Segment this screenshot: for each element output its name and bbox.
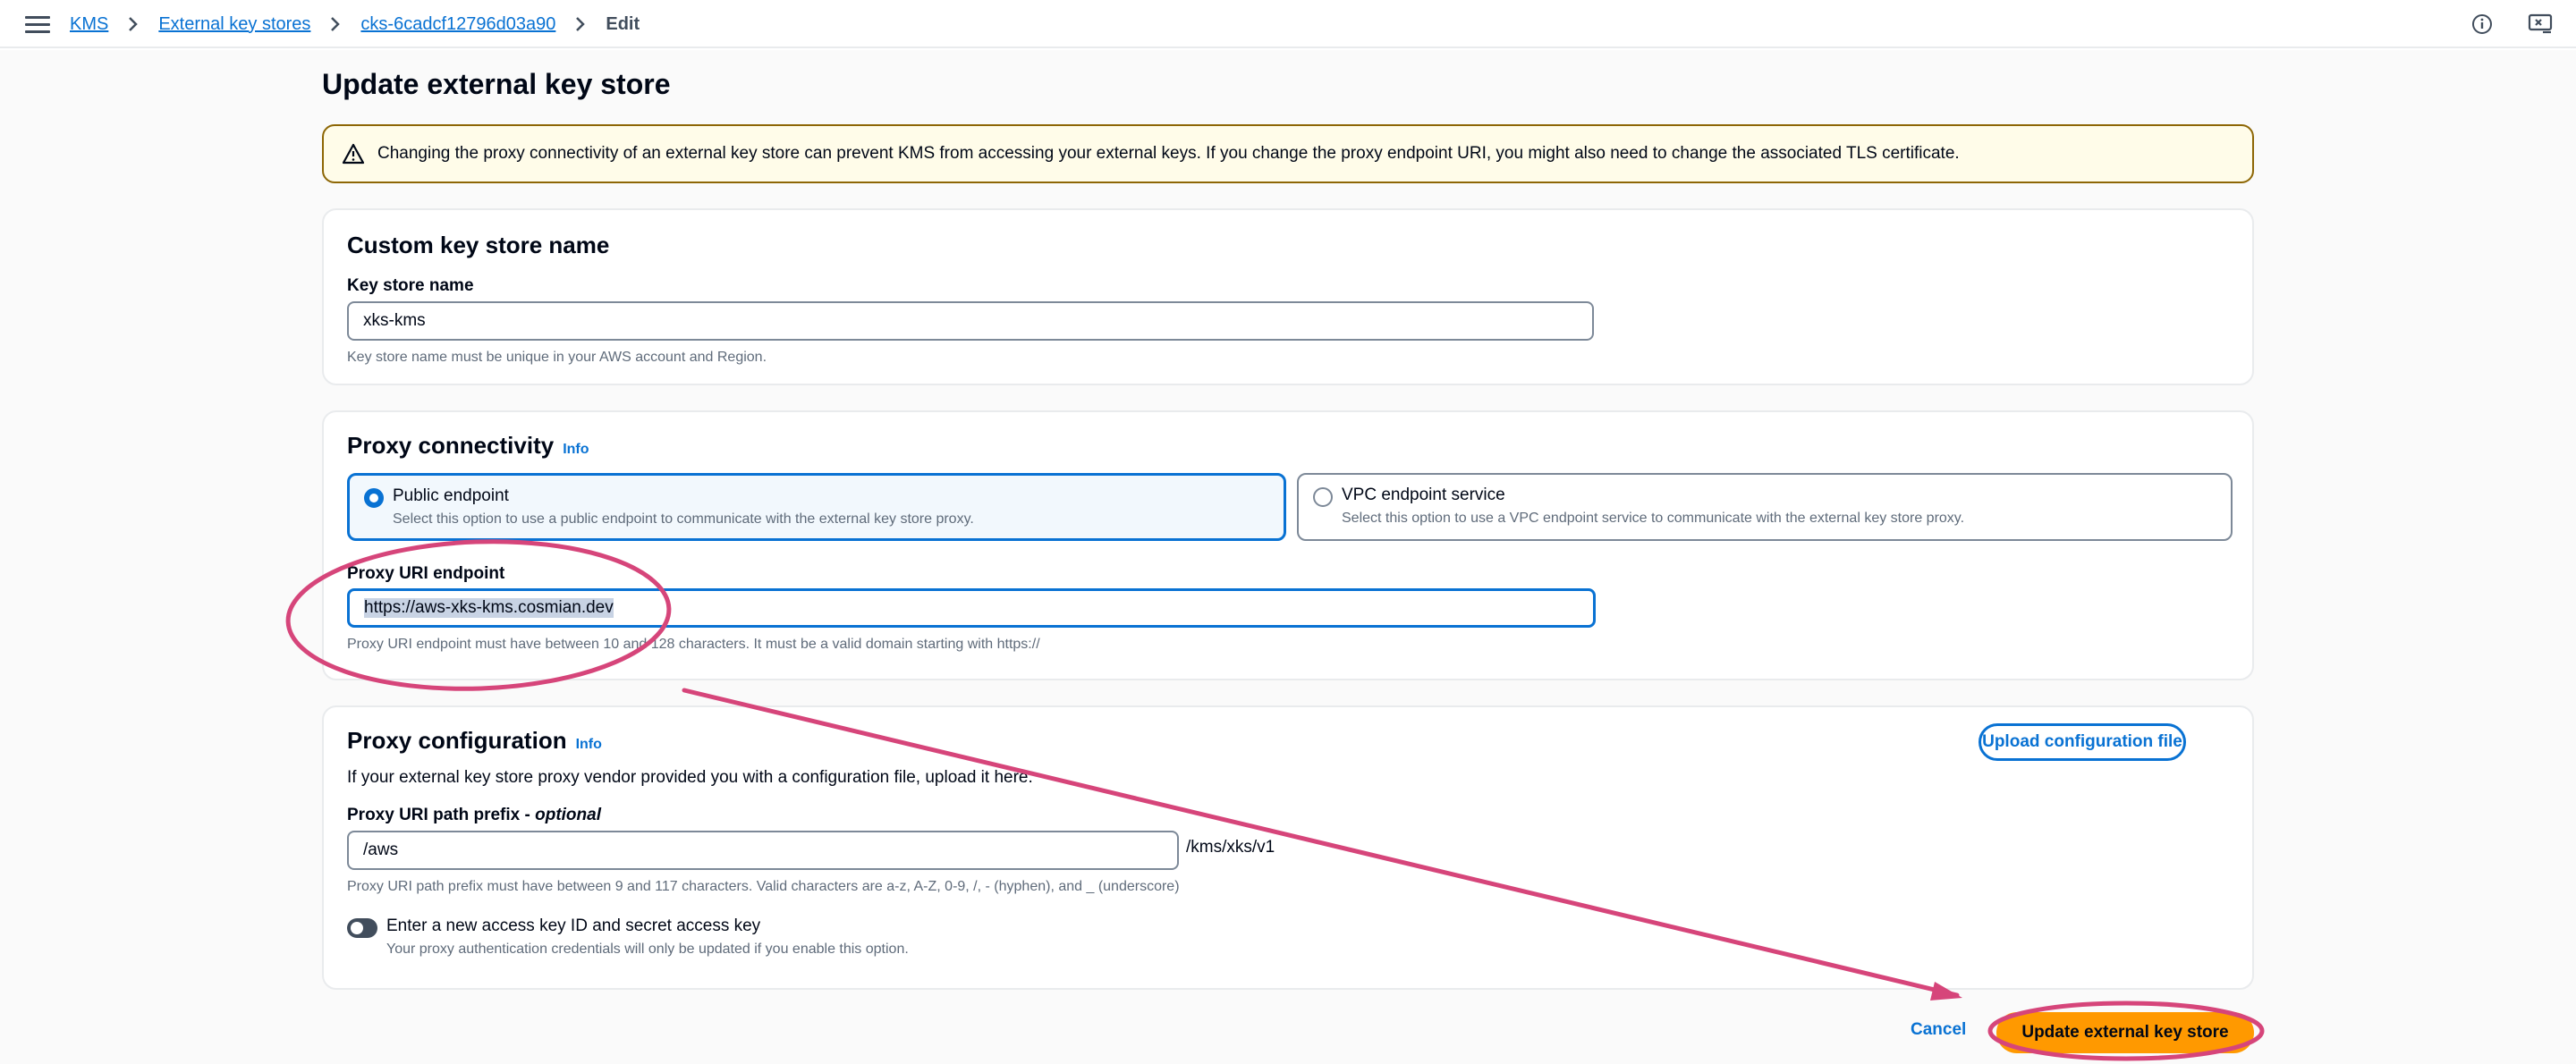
- info-circle-icon[interactable]: [2471, 13, 2493, 35]
- option-public-endpoint[interactable]: Public endpoint Select this option to us…: [347, 473, 1286, 541]
- path-suffix: /kms/xks/v1: [1186, 838, 1275, 857]
- breadcrumb-key-store-id[interactable]: cks-6cadcf12796d03a90: [360, 14, 555, 35]
- key-store-name-panel: Custom key store name Key store name xks…: [322, 208, 2254, 385]
- main-content: Update external key store Changing the p…: [0, 50, 2576, 1064]
- radio-public-endpoint[interactable]: [364, 488, 384, 508]
- proxy-configuration-description: If your external key store proxy vendor …: [347, 768, 1033, 787]
- option-title: VPC endpoint service: [1342, 486, 1505, 504]
- warning-text: Changing the proxy connectivity of an ex…: [377, 144, 1960, 163]
- option-description: Select this option to use a public endpo…: [393, 511, 974, 527]
- proxy-uri-path-prefix-label: Proxy URI path prefix - optional: [347, 806, 601, 825]
- toggle-description: Your proxy authentication credentials wi…: [386, 942, 909, 957]
- selected-text: https://aws-xks-kms.cosmian.dev: [364, 598, 614, 618]
- proxy-uri-endpoint-input[interactable]: https://aws-xks-kms.cosmian.dev: [347, 588, 1596, 628]
- warning-icon: [342, 143, 365, 165]
- breadcrumb-edit: Edit: [606, 13, 640, 34]
- proxy-configuration-panel: Proxy configuration Info Upload configura…: [322, 705, 2254, 990]
- breadcrumb: KMS External key stores cks-6cadcf12796d…: [70, 13, 640, 36]
- chevron-right-icon: [129, 17, 139, 31]
- chevron-right-icon: [331, 17, 341, 31]
- cancel-button[interactable]: Cancel: [1911, 1020, 1966, 1040]
- radio-vpc-endpoint-service[interactable]: [1313, 487, 1333, 507]
- toggle-label: Enter a new access key ID and secret acc…: [386, 916, 761, 935]
- update-external-key-store-button[interactable]: Update external key store: [1996, 1012, 2254, 1053]
- option-title: Public endpoint: [393, 486, 509, 505]
- warning-alert: Changing the proxy connectivity of an ex…: [322, 124, 2254, 183]
- proxy-uri-path-prefix-help: Proxy URI path prefix must have between …: [347, 879, 1180, 894]
- panel-title: Proxy configuration Info: [347, 727, 602, 755]
- proxy-connectivity-panel: Proxy connectivity Info Public endpoint S…: [322, 410, 2254, 680]
- proxy-uri-path-prefix-input[interactable]: /aws: [347, 831, 1179, 870]
- upload-configuration-file-button[interactable]: Upload configuration file: [1979, 723, 2186, 761]
- breadcrumb-kms[interactable]: KMS: [70, 14, 108, 35]
- tools-panel-icon[interactable]: [2528, 13, 2553, 36]
- breadcrumb-external-key-stores[interactable]: External key stores: [158, 14, 310, 35]
- option-vpc-endpoint-service[interactable]: VPC endpoint service Select this option …: [1297, 473, 2233, 541]
- option-description: Select this option to use a VPC endpoint…: [1342, 511, 1965, 526]
- access-key-toggle[interactable]: [347, 918, 377, 938]
- top-navigation-bar: KMS External key stores cks-6cadcf12796d…: [0, 0, 2576, 48]
- prefix-label-text: Proxy URI path prefix -: [347, 806, 536, 824]
- page-title: Update external key store: [322, 68, 671, 100]
- proxy-uri-endpoint-label: Proxy URI endpoint: [347, 564, 505, 583]
- chevron-right-icon: [576, 17, 586, 31]
- panel-title: Custom key store name: [347, 232, 610, 258]
- info-link[interactable]: Info: [563, 442, 589, 457]
- menu-icon[interactable]: [25, 13, 50, 35]
- proxy-uri-endpoint-help: Proxy URI endpoint must have between 10 …: [347, 637, 1040, 652]
- info-link[interactable]: Info: [576, 737, 602, 752]
- proxy-configuration-title: Proxy configuration: [347, 727, 567, 754]
- key-store-name-input[interactable]: xks-kms: [347, 301, 1594, 341]
- optional-text: optional: [535, 806, 601, 824]
- key-store-name-label: Key store name: [347, 276, 474, 295]
- key-store-name-help: Key store name must be unique in your AW…: [347, 350, 767, 365]
- proxy-connectivity-title: Proxy connectivity: [347, 432, 555, 459]
- panel-title: Proxy connectivity Info: [347, 432, 589, 460]
